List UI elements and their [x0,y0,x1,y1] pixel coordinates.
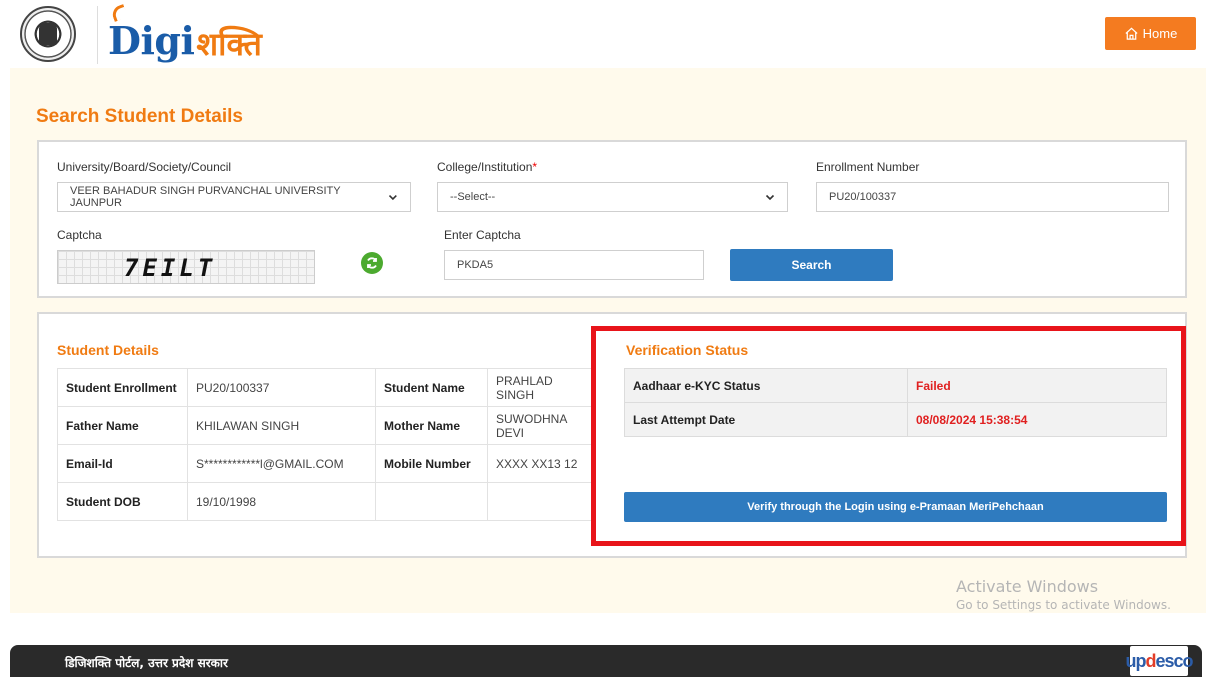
government-emblem-icon [20,6,76,62]
student-row: Father Name KHILAWAN SINGH Mother Name SUWO… [57,406,594,445]
footer-text: डिजिशक्ति पोर्टल, उत्तर प्रदेश सरकार [65,656,228,670]
chevron-down-icon [389,194,398,201]
watermark-line1: Activate Windows [956,577,1099,596]
enter-captcha-label: Enter Captcha [444,228,521,242]
digishakti-logo[interactable]: Digi शक्ति [108,4,262,63]
student-row: Email-Id S************l@GMAIL.COM Mobile N… [57,444,594,483]
student-field-label: Student DOB [57,482,188,521]
university-select[interactable]: VEER BAHADUR SINGH PURVANCHAL UNIVERSITY… [57,182,411,212]
watermark-line2: Go to Settings to activate Windows. [956,598,1171,612]
captcha-input[interactable]: PKDA5 [444,250,704,280]
student-field-value: XXXX XX13 12 [487,444,594,483]
college-label: College/Institution* [437,160,538,174]
student-row: Student DOB 19/10/1998 [57,482,594,521]
logo-latin-text: Digi [108,18,195,63]
student-field-value: PU20/100337 [187,368,376,407]
page-title: Search Student Details [36,106,243,127]
header: Digi शक्ति Home [0,0,1206,68]
student-details-table: Student Enrollment PU20/100337 Student Nam… [57,368,594,521]
student-field-label: Mother Name [375,406,488,445]
logo-divider [97,6,98,64]
footer: डिजिशक्ति पोर्टल, उत्तर प्रदेश सरकार up d… [10,645,1202,677]
logo-hindi-text: शक्ति [196,25,262,63]
home-button[interactable]: Home [1105,17,1196,50]
student-field-value [487,482,594,521]
student-field-label [375,482,488,521]
highlight-box [591,326,1186,546]
student-row: Student Enrollment PU20/100337 Student Nam… [57,368,594,407]
search-button[interactable]: Search [730,249,893,281]
student-field-label: Student Name [375,368,488,407]
updesco-logo[interactable]: up d esco [1125,646,1194,676]
student-field-label: Email-Id [57,444,188,483]
activate-windows-watermark: Activate Windows Go to Settings to activ… [956,577,1171,612]
student-field-value: PRAHLAD SINGH [487,368,594,407]
college-select-value: --Select-- [450,191,496,203]
enrollment-label: Enrollment Number [816,160,920,174]
university-select-value: VEER BAHADUR SINGH PURVANCHAL UNIVERSITY… [70,185,341,209]
refresh-captcha-icon[interactable] [361,252,383,274]
university-label: University/Board/Society/Council [57,160,232,174]
student-field-value: KHILAWAN SINGH [187,406,376,445]
captcha-label: Captcha [57,228,102,242]
home-button-label: Home [1142,26,1178,41]
student-field-value: SUWODHNA DEVI [487,406,594,445]
student-details-title: Student Details [57,342,159,358]
captcha-image-text: 7EILT [124,254,217,282]
student-field-label: Student Enrollment [57,368,188,407]
student-field-label: Mobile Number [375,444,488,483]
chevron-down-icon [765,194,775,201]
enrollment-input[interactable]: PU20/100337 [816,182,1169,212]
student-field-value: S************l@GMAIL.COM [187,444,376,483]
captcha-image: 7EILT [57,250,315,284]
search-form: University/Board/Society/Council VEER BA… [37,140,1187,298]
college-select[interactable]: --Select-- [437,182,788,212]
student-field-value: 19/10/1998 [187,482,376,521]
required-mark: * [532,160,538,174]
student-field-label: Father Name [57,406,188,445]
home-icon [1125,27,1138,40]
